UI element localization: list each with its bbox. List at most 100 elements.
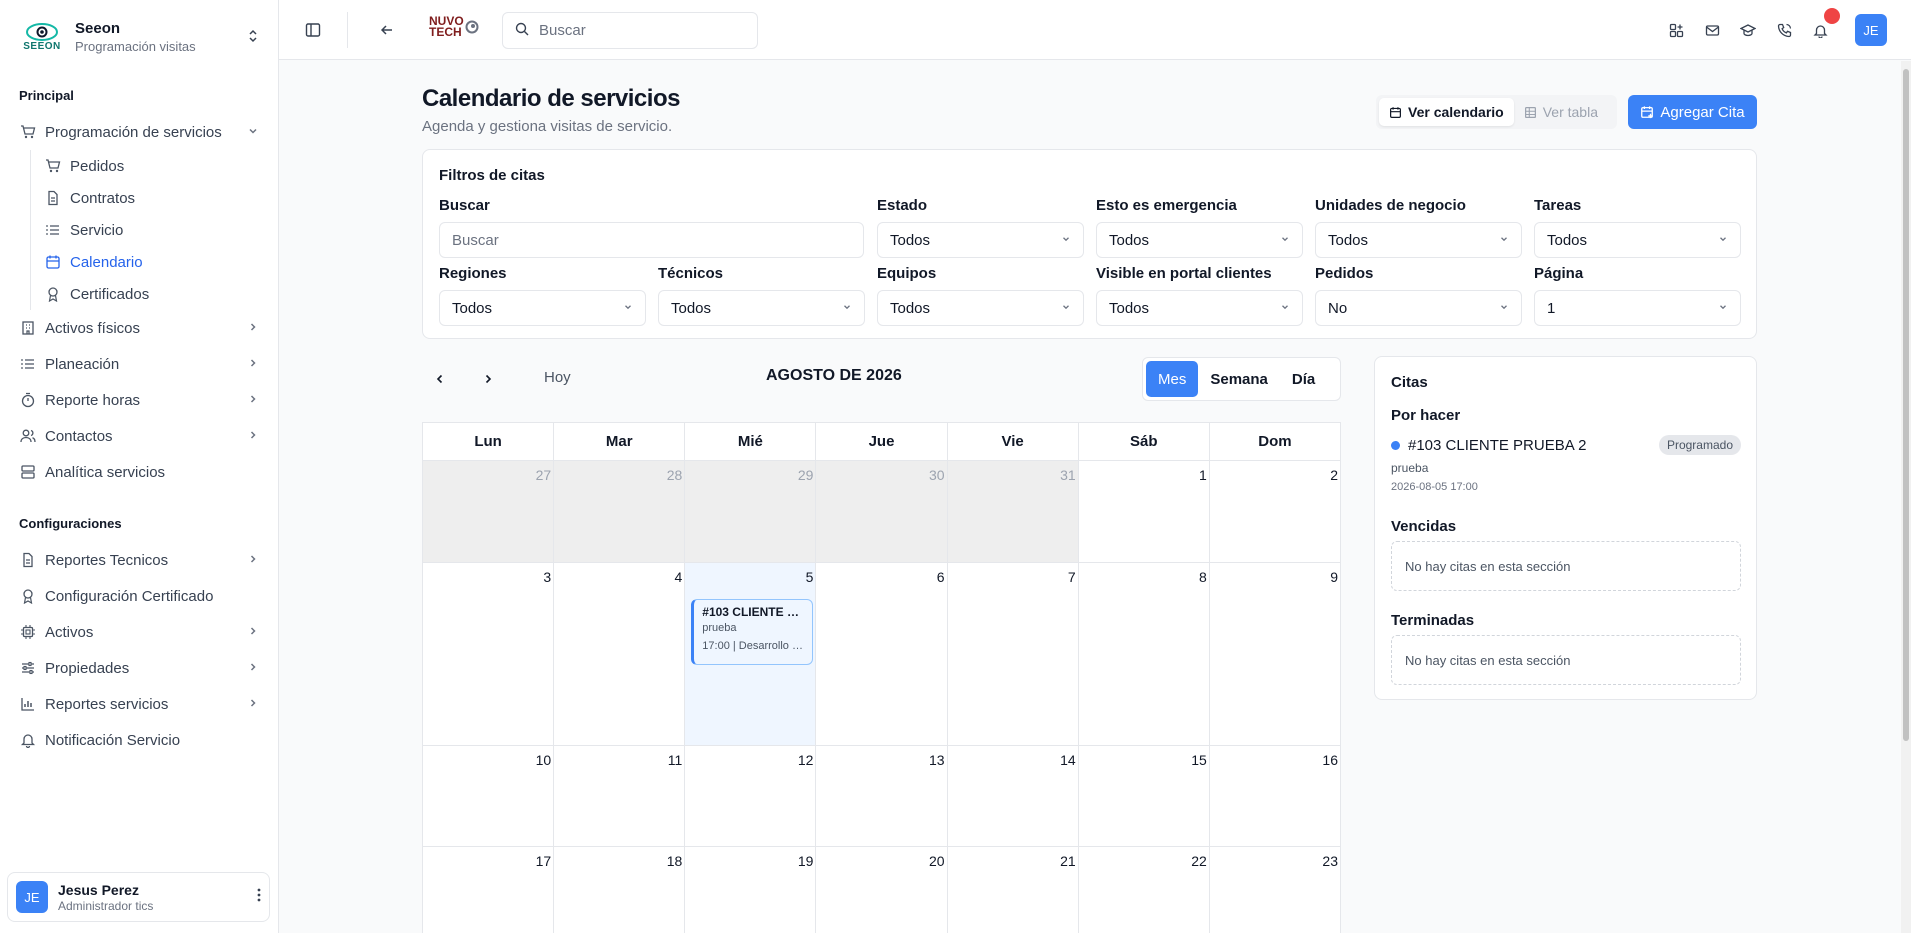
day-number: 15: [1191, 752, 1207, 768]
next-month-button[interactable]: [478, 369, 498, 389]
weekday-label: Jue: [816, 423, 948, 460]
mail-icon[interactable]: [1702, 20, 1722, 40]
calendar-day-cell[interactable]: 17: [423, 847, 555, 933]
nav-label: Notificación Servicio: [45, 731, 181, 749]
calendar-day-cell[interactable]: 20: [816, 847, 948, 933]
calendar-day-cell[interactable]: 10: [423, 746, 555, 846]
sidebar: SEEON Seeon Programación visitas Princip…: [0, 0, 279, 933]
calendar-day-cell[interactable]: 18: [554, 847, 686, 933]
calendar-day-cell-today[interactable]: 5 #103 CLIENTE PRUEBA 2 prueba 17:00 | D…: [685, 563, 817, 745]
calendar-day-cell[interactable]: 7: [948, 563, 1079, 745]
nav-contactos[interactable]: Contactos: [0, 418, 278, 454]
sidebar-item-contratos[interactable]: Contratos: [31, 182, 278, 214]
sidebar-toggle-icon[interactable]: [303, 20, 323, 40]
calendar-day-cell[interactable]: 14: [948, 746, 1079, 846]
page-scrollbar[interactable]: [1901, 61, 1911, 933]
estado-select[interactable]: Todos: [877, 222, 1084, 258]
graduation-cap-icon[interactable]: [1738, 20, 1758, 40]
calendar-day-cell[interactable]: 27: [423, 461, 555, 562]
calendar-day-cell[interactable]: 3: [423, 563, 555, 745]
back-arrow-icon[interactable]: [377, 20, 397, 40]
pagina-select[interactable]: 1: [1534, 290, 1741, 326]
nav-reporte-horas[interactable]: Reporte horas: [0, 382, 278, 418]
calendar-day-cell[interactable]: 19: [685, 847, 817, 933]
calendar-day-cell[interactable]: 8: [1079, 563, 1210, 745]
nav-analitica-servicios[interactable]: Analítica servicios: [0, 454, 278, 490]
select-value: Todos: [1109, 231, 1150, 249]
calendar-day-cell[interactable]: 13: [816, 746, 948, 846]
calendar-day-cell[interactable]: 29: [685, 461, 817, 562]
equipos-select[interactable]: Todos: [877, 290, 1084, 326]
user-avatar-button[interactable]: JE: [1855, 14, 1887, 46]
global-search[interactable]: [502, 12, 758, 49]
weekday-label: Mar: [554, 423, 686, 460]
appointment-item[interactable]: #103 CLIENTE PRUEBA 2 Programado prueba …: [1391, 435, 1741, 493]
nav-activos-fisicos[interactable]: Activos físicos: [0, 310, 278, 346]
filter-search-box[interactable]: [439, 222, 864, 258]
nav-propiedades[interactable]: Propiedades: [0, 650, 278, 686]
apps-icon[interactable]: [1666, 20, 1686, 40]
filter-label: Técnicos: [658, 265, 724, 282]
view-table-button[interactable]: Ver tabla: [1514, 98, 1608, 126]
regiones-select[interactable]: Todos: [439, 290, 646, 326]
sidebar-item-servicio[interactable]: Servicio: [31, 214, 278, 246]
page-title: Calendario de servicios: [422, 85, 680, 112]
nav-reportes-servicios[interactable]: Reportes servicios: [0, 686, 278, 722]
range-day-button[interactable]: Día: [1280, 361, 1327, 397]
nav-activos[interactable]: Activos: [0, 614, 278, 650]
calendar-toolbar: Hoy AGOSTO DE 2026 Mes Semana Día: [422, 357, 1341, 401]
nav-notificacion-servicio[interactable]: Notificación Servicio: [0, 722, 278, 758]
calendar-day-cell[interactable]: 22: [1079, 847, 1210, 933]
calendar-day-cell[interactable]: 1: [1079, 461, 1210, 562]
calendar-event[interactable]: #103 CLIENTE PRUEBA 2 prueba 17:00 | Des…: [691, 599, 814, 665]
emergencia-select[interactable]: Todos: [1096, 222, 1303, 258]
calendar-day-cell[interactable]: 16: [1210, 746, 1340, 846]
day-number: 27: [535, 467, 552, 483]
user-menu[interactable]: JE Jesus Perez Administrador tics: [7, 872, 270, 922]
workspace-switcher[interactable]: SEEON Seeon Programación visitas: [0, 0, 278, 74]
unidades-select[interactable]: Todos: [1315, 222, 1522, 258]
avatar: JE: [16, 881, 48, 913]
weekday-label: Lun: [423, 423, 555, 460]
list-icon: [19, 355, 37, 373]
phone-icon[interactable]: [1774, 20, 1794, 40]
calendar-day-cell[interactable]: 28: [554, 461, 686, 562]
visible-portal-select[interactable]: Todos: [1096, 290, 1303, 326]
calendar-day-cell[interactable]: 21: [948, 847, 1079, 933]
pedidos-select[interactable]: No: [1315, 290, 1522, 326]
nav-programacion[interactable]: Programación de servicios: [0, 114, 278, 150]
nav-reportes-tecnicos[interactable]: Reportes Tecnicos: [0, 542, 278, 578]
sidebar-item-pedidos[interactable]: Pedidos: [31, 150, 278, 182]
global-search-input[interactable]: [539, 22, 739, 39]
filter-label: Estado: [877, 197, 928, 214]
calendar-day-cell[interactable]: 15: [1079, 746, 1210, 846]
scrollbar-thumb[interactable]: [1903, 69, 1909, 741]
calendar-day-cell[interactable]: 31: [947, 461, 1079, 562]
calendar-day-cell[interactable]: 12: [685, 746, 817, 846]
nav-configuracion-certificado[interactable]: Configuración Certificado: [0, 578, 278, 614]
filter-visible-portal: Visible en portal clientes Todos: [1096, 265, 1303, 326]
range-week-button[interactable]: Semana: [1198, 361, 1280, 397]
today-button[interactable]: Hoy: [544, 369, 571, 386]
view-calendar-button[interactable]: Ver calendario: [1379, 98, 1514, 126]
calendar-day-cell[interactable]: 9: [1210, 563, 1340, 745]
sidebar-item-certificados[interactable]: Certificados: [31, 278, 278, 310]
filter-search-input[interactable]: [452, 231, 851, 249]
tecnicos-select[interactable]: Todos: [658, 290, 865, 326]
nav-planeacion[interactable]: Planeación: [0, 346, 278, 382]
notification-bell-icon[interactable]: [1810, 20, 1830, 40]
tareas-select[interactable]: Todos: [1534, 222, 1741, 258]
day-number: 29: [797, 467, 814, 483]
add-appointment-button[interactable]: Agregar Cita: [1628, 95, 1757, 129]
calendar-day-cell[interactable]: 23: [1210, 847, 1340, 933]
chevron-left-icon: [436, 374, 443, 384]
more-vertical-icon[interactable]: [257, 888, 261, 907]
calendar-day-cell[interactable]: 11: [554, 746, 686, 846]
range-month-button[interactable]: Mes: [1146, 361, 1199, 397]
calendar-day-cell[interactable]: 6: [816, 563, 948, 745]
calendar-day-cell[interactable]: 2: [1210, 461, 1340, 562]
calendar-day-cell[interactable]: 30: [816, 461, 948, 562]
prev-month-button[interactable]: [430, 369, 450, 389]
calendar-day-cell[interactable]: 4: [554, 563, 686, 745]
sidebar-item-calendario[interactable]: Calendario: [31, 246, 278, 278]
